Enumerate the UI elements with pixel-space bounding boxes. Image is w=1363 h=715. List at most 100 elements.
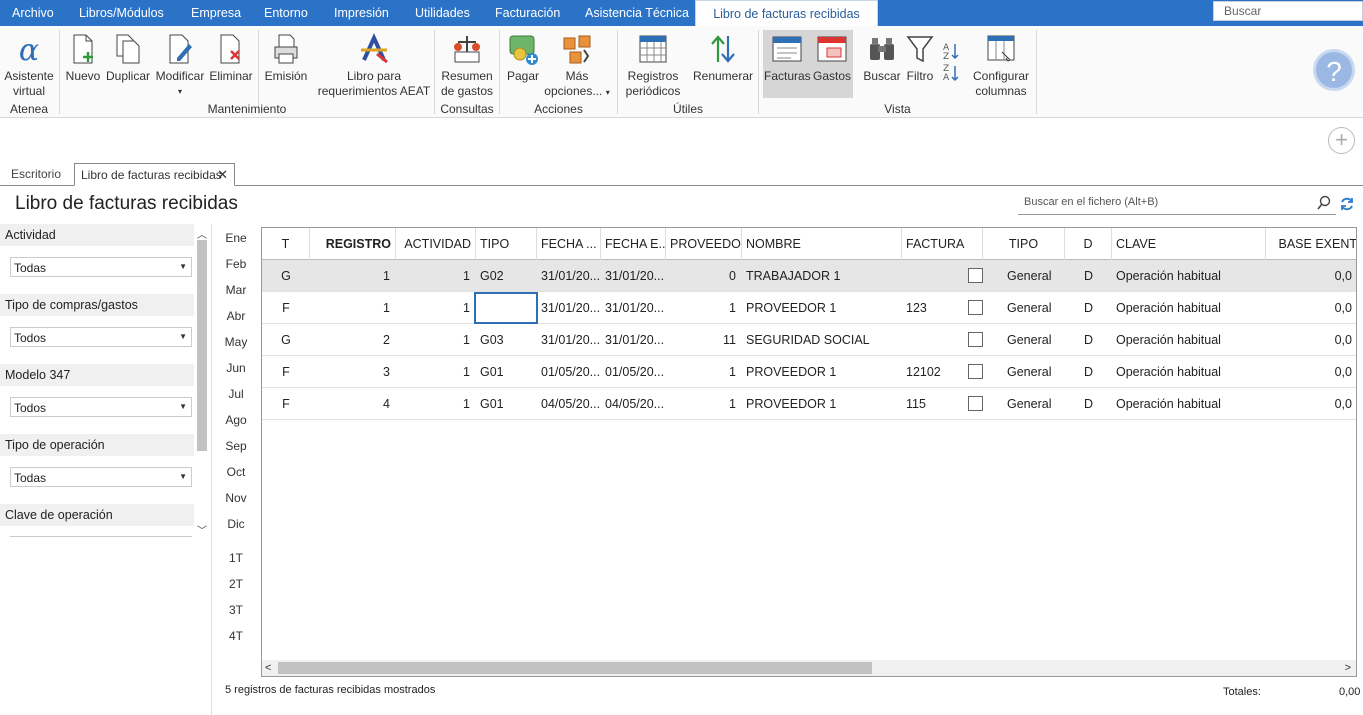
menu-facturacion[interactable]: Facturación xyxy=(495,0,560,26)
search-icon[interactable] xyxy=(1316,195,1332,211)
emision-button[interactable]: Emisión xyxy=(262,32,310,84)
quarter-4t[interactable]: 4T xyxy=(222,629,250,643)
cell-actividad: 1 xyxy=(463,397,470,411)
modificar-button[interactable]: Modificar ▾ xyxy=(153,32,207,99)
cell-d: D xyxy=(1083,301,1094,315)
filter-tipo-compras-select[interactable]: Todos ▼ xyxy=(10,327,192,347)
tab-libro-facturas-recibidas[interactable]: Libro de facturas recibidas ✕ xyxy=(74,163,235,186)
pagar-button[interactable]: Pagar xyxy=(504,32,542,84)
month-nov[interactable]: Nov xyxy=(222,491,250,505)
table-row[interactable]: F 4 1 G01 04/05/20... 04/05/20... 1 PROVEEDOR 1… xyxy=(262,388,1356,420)
duplicar-button[interactable]: Duplicar xyxy=(104,32,152,84)
cell-tipo: G03 xyxy=(480,333,504,347)
col-registro[interactable]: REGISTRO xyxy=(310,228,396,260)
eliminar-button[interactable]: Eliminar xyxy=(208,32,254,84)
col-factura[interactable]: FACTURA xyxy=(902,228,983,260)
row-checkbox[interactable] xyxy=(968,332,983,347)
scroll-down-icon[interactable]: ﹀ xyxy=(195,522,209,537)
table-row[interactable]: G 2 1 G03 31/01/20... 31/01/20... 11 SEGURIDAD … xyxy=(262,324,1356,356)
cell-registro: 1 xyxy=(383,301,390,315)
table-row[interactable]: F 1 1 31/01/20... 31/01/20... 1 PROVEEDOR 1 123… xyxy=(262,292,1356,324)
col-fecha[interactable]: FECHA ... xyxy=(537,228,601,260)
configurar-columnas-button[interactable]: Configurar columnas xyxy=(968,32,1034,99)
renumerar-button[interactable]: Renumerar xyxy=(692,32,754,84)
quarter-2t[interactable]: 2T xyxy=(222,577,250,591)
col-nombre[interactable]: NOMBRE xyxy=(742,228,902,260)
grid-header: T REGISTRO ACTIVIDAD TIPO FECHA ... FECH… xyxy=(262,228,1357,260)
menu-libros-modulos[interactable]: Libros/Módulos xyxy=(79,0,164,26)
month-jul[interactable]: Jul xyxy=(222,387,250,401)
modificar-dropdown-icon: ▾ xyxy=(177,87,182,96)
col-proveedor[interactable]: PROVEEDOR xyxy=(666,228,742,260)
cell-nombre: PROVEEDOR 1 xyxy=(746,301,837,315)
filters-scroll-thumb[interactable] xyxy=(197,240,207,451)
row-checkbox[interactable] xyxy=(968,268,983,283)
menu-impresion[interactable]: Impresión xyxy=(334,0,389,26)
file-search-input[interactable]: Buscar en el fichero (Alt+B) xyxy=(1018,193,1336,215)
filters-scrollbar[interactable]: ︿ ﹀ xyxy=(195,224,209,538)
sort-az-button[interactable]: AZZA xyxy=(938,40,962,87)
asistente-virtual-button[interactable]: α Asistente virtual xyxy=(2,32,56,99)
registros-label-2: periódicos xyxy=(625,84,681,98)
new-document-icon xyxy=(73,34,93,64)
filtro-button[interactable]: Filtro xyxy=(903,32,937,84)
top-search-input[interactable]: Buscar xyxy=(1213,1,1363,21)
month-dic[interactable]: Dic xyxy=(222,517,250,531)
filter-actividad-select[interactable]: Todas ▼ xyxy=(10,257,192,277)
month-abr[interactable]: Abr xyxy=(222,309,250,323)
scroll-right-icon[interactable]: > xyxy=(1345,660,1351,676)
table-row[interactable]: G 1 1 G02 31/01/20... 31/01/20... 0 TRABAJADOR … xyxy=(262,260,1356,292)
filter-clave-operacion-select-edge[interactable] xyxy=(10,536,192,537)
registros-periodicos-button[interactable]: Registros periódicos xyxy=(622,32,684,99)
filter-tipo-operacion-select[interactable]: Todas ▼ xyxy=(10,467,192,487)
menu-entorno[interactable]: Entorno xyxy=(264,0,308,26)
mas-label-2: opciones... xyxy=(544,84,603,98)
month-mar[interactable]: Mar xyxy=(222,283,250,297)
libro-aeat-button[interactable]: Libro para requerimientos AEAT xyxy=(316,32,432,99)
menu-libro-facturas-recibidas[interactable]: Libro de facturas recibidas xyxy=(695,0,878,26)
menu-archivo[interactable]: Archivo xyxy=(12,0,54,26)
facturas-view-button[interactable]: Facturas xyxy=(764,32,811,84)
row-checkbox[interactable] xyxy=(968,396,983,411)
nuevo-button[interactable]: Nuevo xyxy=(64,32,102,84)
col-fecha-e[interactable]: FECHA E... xyxy=(601,228,666,260)
col-actividad[interactable]: ACTIVIDAD xyxy=(396,228,476,260)
month-sep[interactable]: Sep xyxy=(222,439,250,453)
mas-opciones-button[interactable]: Más opciones... ▾ xyxy=(544,32,610,100)
col-t[interactable]: T xyxy=(262,228,310,260)
grid-horizontal-scrollbar[interactable]: < > xyxy=(262,660,1356,676)
menu-utilidades[interactable]: Utilidades xyxy=(415,0,470,26)
col-base-exenta[interactable]: BASE EXENT xyxy=(1266,228,1357,260)
grid-scroll-thumb[interactable] xyxy=(278,662,872,674)
menu-empresa[interactable]: Empresa xyxy=(191,0,241,26)
add-icon[interactable]: + xyxy=(1328,127,1355,154)
resumen-gastos-button[interactable]: Resumen de gastos xyxy=(438,32,496,99)
col-tipo[interactable]: TIPO xyxy=(476,228,537,260)
refresh-icon[interactable] xyxy=(1339,196,1355,212)
row-checkbox[interactable] xyxy=(968,300,983,315)
table-row[interactable]: F 3 1 G01 01/05/20... 01/05/20... 1 PROVEEDOR 1… xyxy=(262,356,1356,388)
quarter-1t[interactable]: 1T xyxy=(222,551,250,565)
row-checkbox[interactable] xyxy=(968,364,983,379)
invoices-grid: T REGISTRO ACTIVIDAD TIPO FECHA ... FECH… xyxy=(261,227,1357,677)
col-clave[interactable]: CLAVE xyxy=(1112,228,1266,260)
tab-escritorio[interactable]: Escritorio xyxy=(5,163,67,186)
scroll-up-icon[interactable]: ︿ xyxy=(195,226,209,241)
help-icon[interactable]: ? xyxy=(1313,49,1355,91)
close-tab-icon[interactable]: ✕ xyxy=(217,164,228,186)
focused-cell[interactable] xyxy=(474,292,538,324)
month-ago[interactable]: Ago xyxy=(222,413,250,427)
filter-modelo-347-select[interactable]: Todos ▼ xyxy=(10,397,192,417)
gastos-view-button[interactable]: Gastos xyxy=(810,32,854,84)
buscar-button[interactable]: Buscar xyxy=(862,32,902,84)
menu-asistencia-tecnica[interactable]: Asistencia Técnica xyxy=(585,0,689,26)
scroll-left-icon[interactable]: < xyxy=(265,660,271,676)
month-may[interactable]: May xyxy=(222,335,250,349)
month-feb[interactable]: Feb xyxy=(222,257,250,271)
quarter-3t[interactable]: 3T xyxy=(222,603,250,617)
month-jun[interactable]: Jun xyxy=(222,361,250,375)
col-d[interactable]: D xyxy=(1065,228,1112,260)
col-tipo-2[interactable]: TIPO xyxy=(983,228,1065,260)
month-oct[interactable]: Oct xyxy=(222,465,250,479)
month-ene[interactable]: Ene xyxy=(222,231,250,245)
